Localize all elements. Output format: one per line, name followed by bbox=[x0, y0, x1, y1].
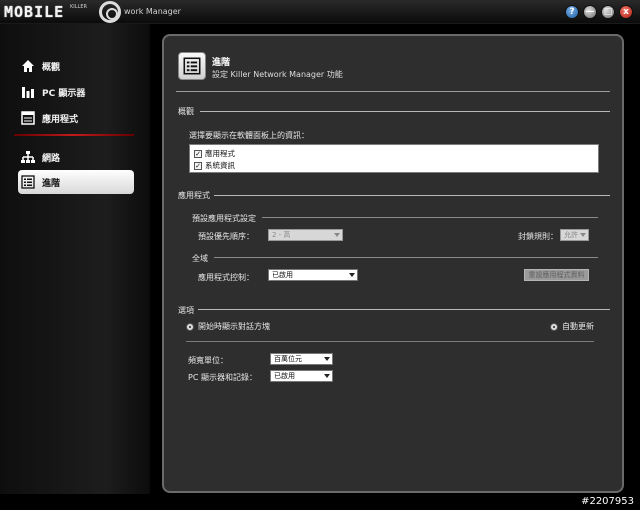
bandwidth-unit-label: 頻寬單位： bbox=[188, 356, 228, 365]
list-icon bbox=[20, 174, 36, 190]
checkbox-applications[interactable]: ✓ bbox=[194, 149, 202, 158]
startup-dialog-option[interactable]: 開始時顯示對話方塊 bbox=[186, 321, 270, 332]
app-control-label: 應用程式控制： bbox=[198, 273, 254, 282]
header-divider bbox=[176, 91, 610, 92]
checkbox-system-info[interactable]: ✓ bbox=[194, 161, 202, 170]
global-subsection-title: 全域 bbox=[192, 254, 208, 263]
options-divider bbox=[186, 341, 594, 342]
chevron-down-icon bbox=[580, 233, 586, 237]
chevron-down-icon bbox=[324, 357, 330, 361]
window-title: work Manager bbox=[124, 7, 181, 16]
sidebar-item-applications[interactable]: 應用程式 bbox=[18, 106, 134, 130]
watermark: #2207953 bbox=[581, 496, 634, 507]
section-title-options: 選項 bbox=[178, 306, 194, 315]
radio-icon bbox=[550, 322, 558, 331]
radio-icon bbox=[186, 322, 194, 331]
minimize-button[interactable]: — bbox=[583, 5, 597, 19]
page-subtitle: 設定 Killer Network Manager 功能 bbox=[212, 70, 343, 79]
option-label: 應用程式 bbox=[205, 149, 235, 158]
overview-prompt: 選擇要顯示在軟體面板上的資訊： bbox=[189, 131, 309, 140]
bandwidth-unit-value: 百萬位元 bbox=[274, 355, 302, 363]
pc-monitor-log-label: PC 顯示器和記錄： bbox=[188, 373, 257, 382]
list-item[interactable]: ✓ 應用程式 bbox=[194, 148, 235, 159]
sidebar: 概觀 PC 顯示器 應用程式 網路 進階 bbox=[0, 24, 150, 494]
section-title-applications: 應用程式 bbox=[178, 191, 210, 200]
sidebar-item-overview[interactable]: 概觀 bbox=[18, 54, 134, 78]
defaults-subsection-title: 預設應用程式設定 bbox=[192, 214, 256, 223]
reset-app-data-button[interactable]: 重設應用程式資料 bbox=[524, 269, 589, 281]
section-title-overview: 概觀 bbox=[178, 107, 194, 116]
sidebar-divider bbox=[14, 134, 134, 136]
section-rule bbox=[200, 111, 610, 112]
block-rule-label: 封鎖規則： bbox=[518, 232, 558, 241]
network-icon bbox=[20, 149, 36, 165]
sidebar-item-label: 進階 bbox=[42, 178, 61, 189]
main-panel: 進階 設定 Killer Network Manager 功能 概觀 選擇要顯示… bbox=[162, 34, 624, 493]
page-title: 進階 bbox=[212, 58, 231, 68]
home-icon bbox=[20, 58, 36, 74]
priority-select[interactable]: 2 - 高 bbox=[268, 229, 343, 241]
sidebar-item-label: 網路 bbox=[42, 153, 61, 164]
sidebar-item-network[interactable]: 網路 bbox=[18, 145, 134, 169]
chevron-down-icon bbox=[334, 233, 340, 237]
app-window-icon bbox=[20, 110, 36, 126]
maximize-button[interactable]: □ bbox=[601, 5, 615, 19]
logo-subtext: KILLER bbox=[70, 4, 87, 10]
list-item[interactable]: ✓ 系統資訊 bbox=[194, 160, 235, 171]
block-rule-value: 允許 bbox=[564, 231, 578, 239]
sidebar-item-label: 概觀 bbox=[42, 62, 61, 73]
section-rule bbox=[198, 309, 610, 310]
priority-label: 預設優先順序： bbox=[198, 232, 254, 241]
subsection-rule bbox=[262, 217, 598, 218]
sidebar-item-advanced[interactable]: 進階 bbox=[18, 170, 134, 194]
pc-monitor-log-value: 已啟用 bbox=[274, 372, 295, 380]
pc-monitor-log-select[interactable]: 已啟用 bbox=[270, 370, 333, 382]
overview-options-list: ✓ 應用程式 ✓ 系統資訊 bbox=[189, 144, 599, 173]
auto-update-option[interactable]: 自動更新 bbox=[550, 321, 594, 332]
app-control-value: 已啟用 bbox=[272, 271, 293, 279]
bandwidth-unit-select[interactable]: 百萬位元 bbox=[270, 353, 333, 365]
subsection-rule bbox=[214, 257, 598, 258]
auto-update-label: 自動更新 bbox=[562, 322, 594, 331]
sidebar-item-label: 應用程式 bbox=[42, 114, 79, 125]
sidebar-item-pc-monitor[interactable]: PC 顯示器 bbox=[18, 80, 134, 104]
priority-value: 2 - 高 bbox=[272, 231, 291, 239]
logo-ring-icon bbox=[99, 1, 121, 23]
block-rule-select[interactable]: 允許 bbox=[560, 229, 589, 241]
chevron-down-icon bbox=[349, 273, 355, 277]
app-control-select[interactable]: 已啟用 bbox=[268, 269, 358, 281]
app-logo: MOBILE bbox=[4, 3, 65, 21]
advanced-list-icon bbox=[178, 52, 206, 80]
bar-chart-icon bbox=[20, 84, 36, 100]
option-label: 系統資訊 bbox=[205, 161, 235, 170]
help-button[interactable]: ? bbox=[565, 5, 579, 19]
close-button[interactable]: x bbox=[619, 5, 633, 19]
section-rule bbox=[214, 195, 610, 196]
chevron-down-icon bbox=[324, 374, 330, 378]
title-bar: MOBILE KILLER work Manager ? — □ x bbox=[0, 0, 640, 24]
startup-dialog-label: 開始時顯示對話方塊 bbox=[198, 322, 270, 331]
sidebar-item-label: PC 顯示器 bbox=[42, 88, 86, 99]
